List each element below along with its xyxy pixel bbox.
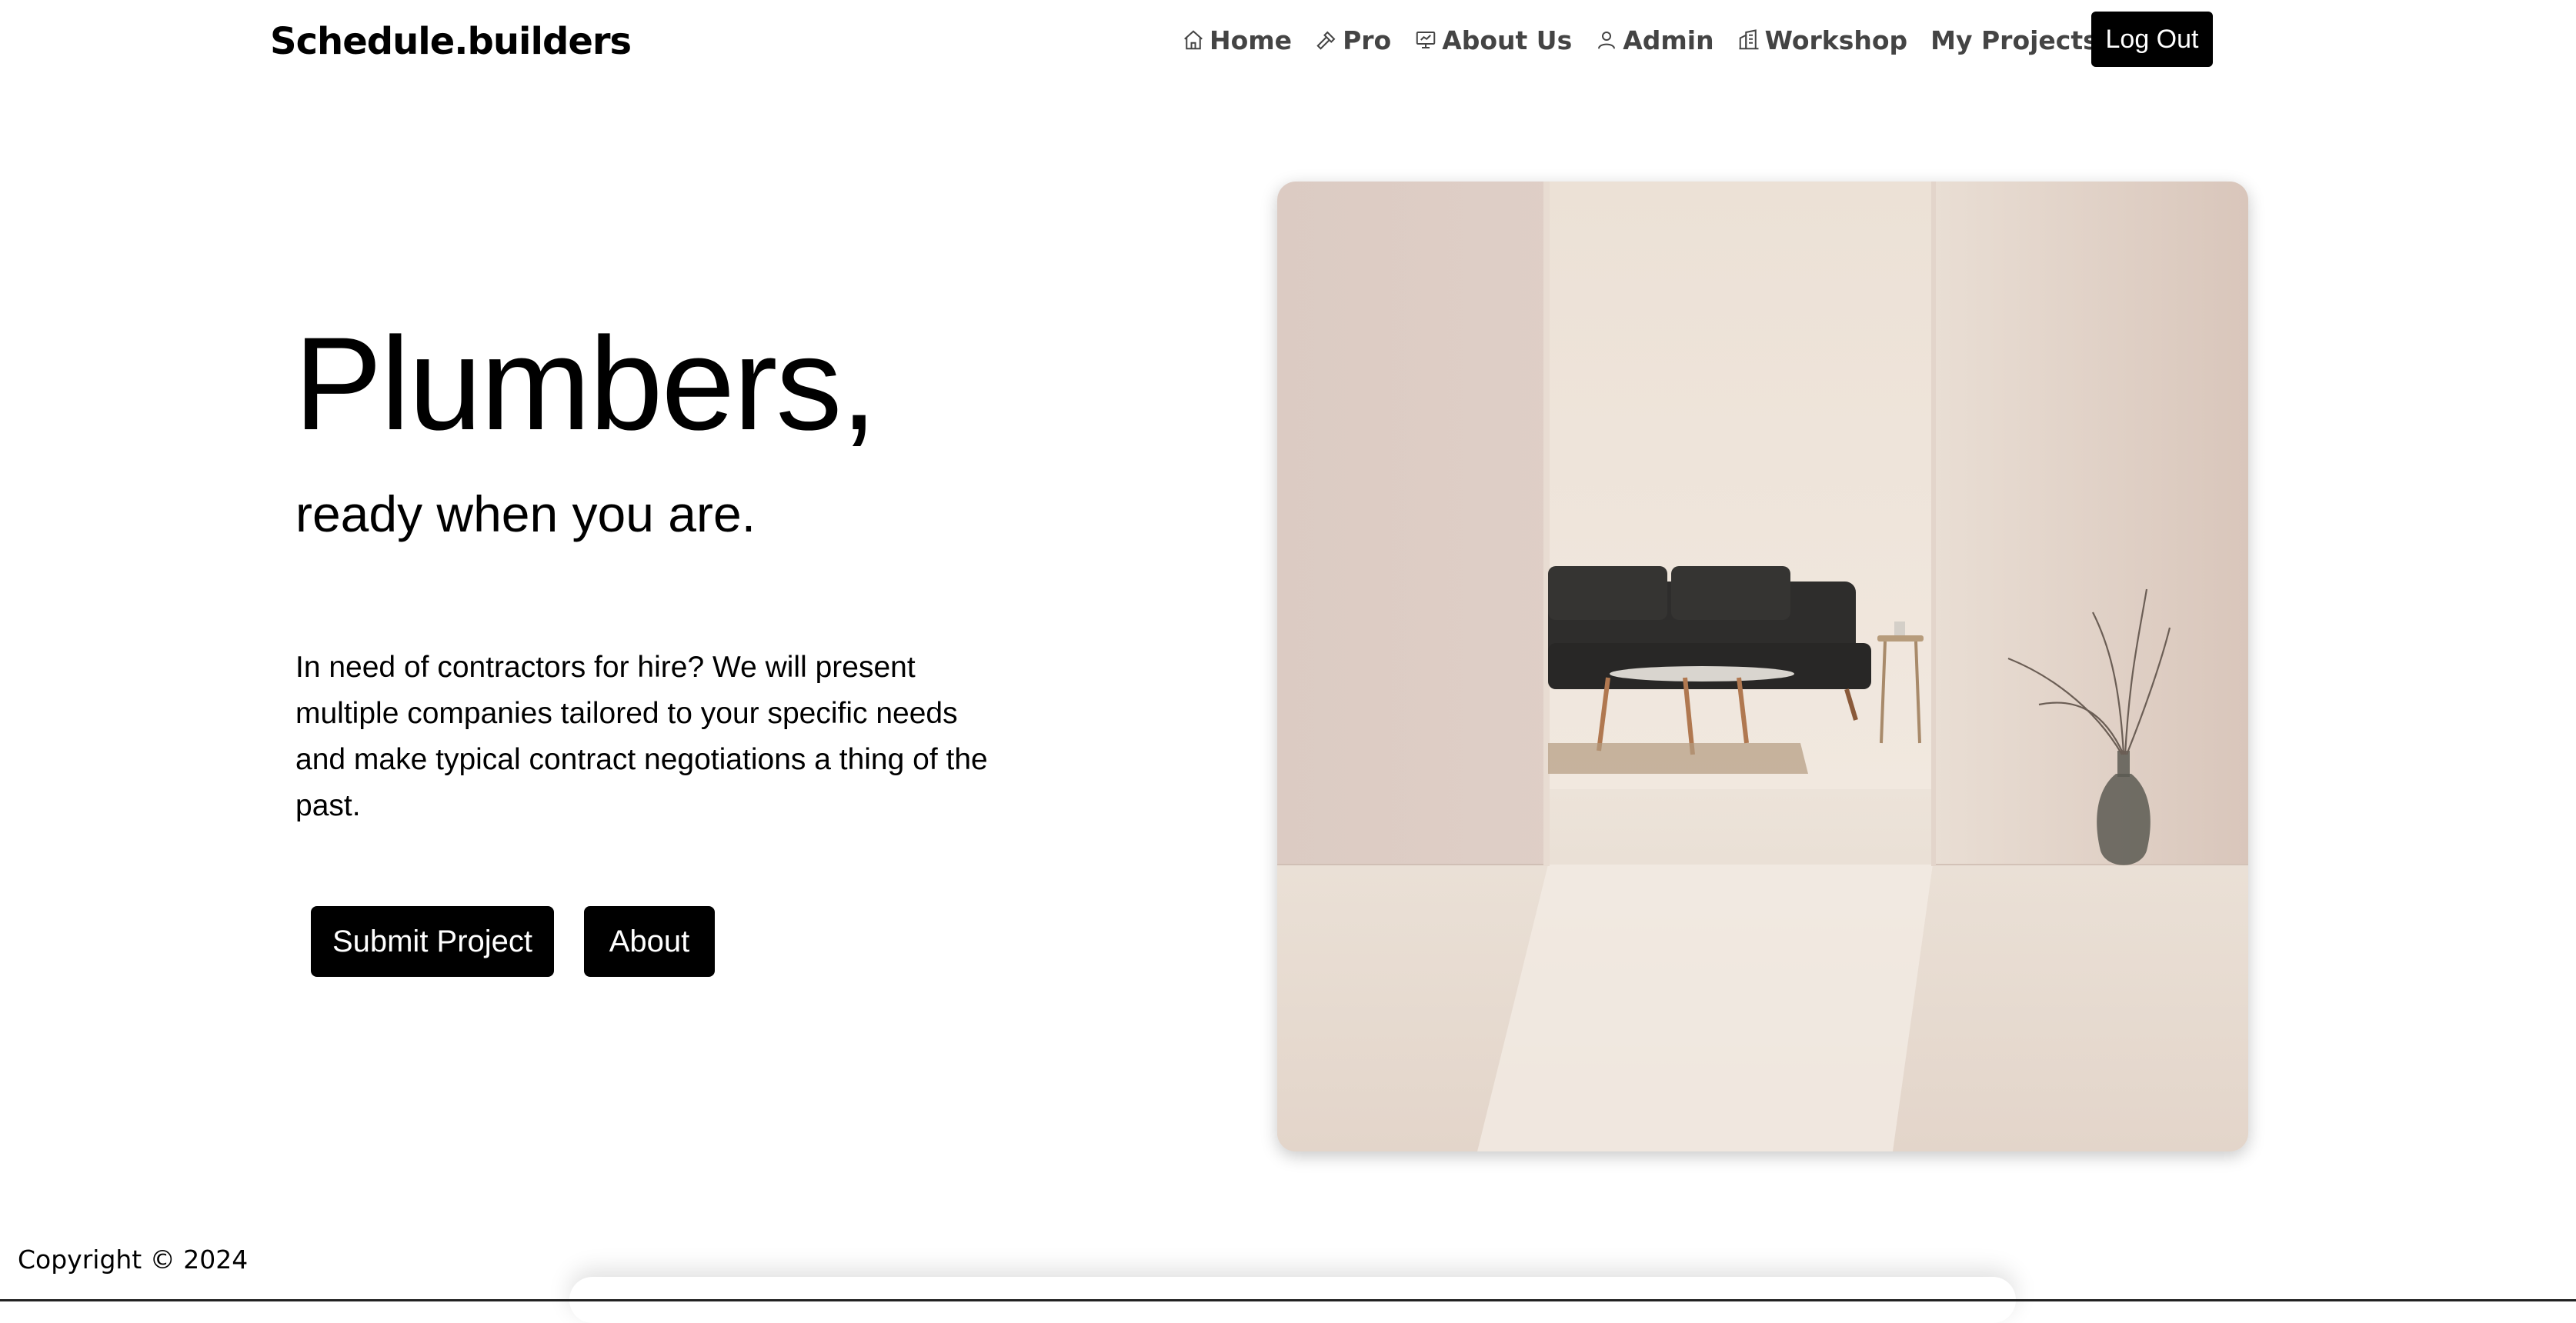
about-button[interactable]: About (584, 906, 715, 977)
nav-workshop[interactable]: Workshop (1737, 25, 1908, 55)
hero-image-living-room (1277, 182, 2248, 1151)
logout-button[interactable]: Log Out (2091, 12, 2213, 67)
top-nav: Schedule.builders Home Pro About Us Admi… (0, 0, 2576, 85)
hero-subtitle: ready when you are. (295, 485, 756, 542)
presentation-icon (1416, 32, 1436, 48)
nav-pro-label: Pro (1343, 25, 1392, 55)
nav-about-us-label: About Us (1442, 25, 1573, 55)
nav-admin-label: Admin (1623, 25, 1714, 55)
user-icon (1598, 32, 1616, 49)
nav-about-us[interactable]: About Us (1414, 25, 1572, 55)
home-icon (1184, 30, 1203, 50)
nav-my-projects-label: My Projects (1930, 25, 2098, 55)
nav-links: Home Pro About Us Admin Workshop My Proj… (1182, 23, 2121, 57)
building-icon (1739, 29, 1759, 50)
nav-pro[interactable]: Pro (1315, 25, 1391, 55)
submit-project-button[interactable]: Submit Project (311, 906, 554, 977)
hero-title: Plumbers, (294, 310, 877, 458)
hammer-icon (1316, 31, 1336, 50)
nav-home-label: Home (1210, 25, 1293, 55)
nav-home[interactable]: Home (1182, 25, 1292, 55)
hero-description: In need of contractors for hire? We will… (295, 651, 988, 822)
brand-logo[interactable]: Schedule.builders (270, 20, 632, 63)
copyright-text: Copyright © 2024 (18, 1245, 249, 1275)
nav-workshop-label: Workshop (1764, 25, 1908, 55)
nav-my-projects[interactable]: My Projects (1930, 25, 2098, 55)
nav-admin[interactable]: Admin (1595, 25, 1714, 55)
